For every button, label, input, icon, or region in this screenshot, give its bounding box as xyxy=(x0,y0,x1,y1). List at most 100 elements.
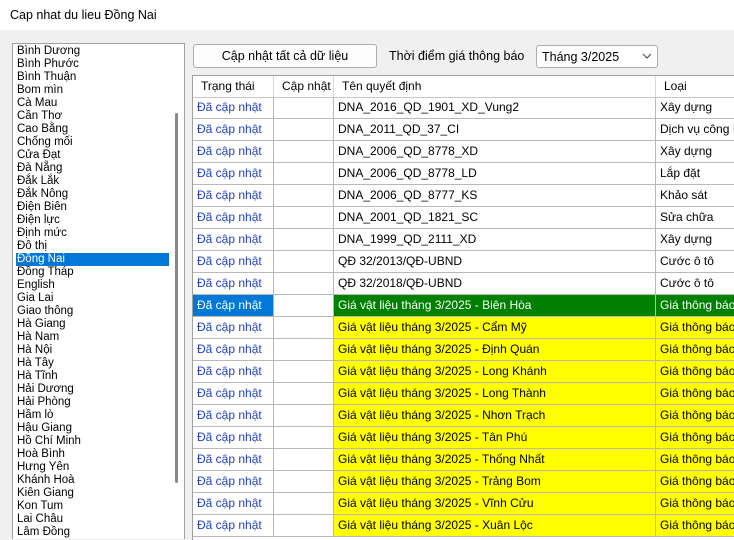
table-row[interactable]: Đã cập nhật DNA_1999_QD_2111_XD Xây dựng xyxy=(193,229,734,251)
table-row[interactable]: Đã cập nhật DNA_2016_QD_1901_XD_Vung2 Xây … xyxy=(193,97,734,119)
table-row[interactable]: Đã cập nhật DNA_2006_QD_8778_LD Lắp đặt xyxy=(193,163,734,185)
name-cell[interactable]: Giá vật liệu tháng 3/2025 - Thống Nhất xyxy=(334,449,656,471)
province-list-item[interactable]: Hậu Giang xyxy=(16,422,169,435)
type-cell[interactable]: Giá thông báo xyxy=(656,317,734,339)
province-list-item[interactable]: Hưng Yên xyxy=(16,461,169,474)
status-cell[interactable]: Đã cập nhật xyxy=(193,251,274,273)
status-cell[interactable]: Đã cập nhật xyxy=(193,295,274,317)
name-cell[interactable]: Giá vật liệu tháng 3/2025 - Xuân Lộc xyxy=(334,515,656,537)
province-list-item[interactable]: Đắk Lắk xyxy=(16,175,169,188)
table-row[interactable]: Đã cập nhật DNA_2006_QD_8778_XD Xây dựng xyxy=(193,141,734,163)
province-list-item[interactable]: Điện lực xyxy=(16,214,169,227)
province-list-item[interactable]: Bình Dương xyxy=(16,45,169,58)
province-list-item[interactable]: Hoà Bình xyxy=(16,448,169,461)
update-cell[interactable] xyxy=(274,361,334,383)
province-list-item[interactable]: Đắk Nông xyxy=(16,188,169,201)
update-cell[interactable] xyxy=(274,185,334,207)
province-list-scrollbar[interactable] xyxy=(175,113,178,483)
name-cell[interactable]: Giá vật liệu tháng 3/2025 - Định Quán xyxy=(334,339,656,361)
province-list-item[interactable]: Hải Phòng xyxy=(16,396,169,409)
column-header-type[interactable]: Loại xyxy=(656,76,734,97)
type-cell[interactable]: Giá thông báo xyxy=(656,339,734,361)
update-cell[interactable] xyxy=(274,119,334,141)
type-cell[interactable]: Giá thông báo xyxy=(656,405,734,427)
month-select[interactable]: Tháng 3/2025 xyxy=(536,45,658,68)
name-cell[interactable]: DNA_1999_QD_2111_XD xyxy=(334,229,656,251)
status-cell[interactable]: Đã cập nhật xyxy=(193,493,274,515)
update-cell[interactable] xyxy=(274,97,334,119)
province-list-item[interactable]: Định mức xyxy=(16,227,169,240)
table-row[interactable]: Đã cập nhật Giá vật liệu tháng 3/2025 - T… xyxy=(193,449,734,471)
table-row[interactable]: Đã cập nhật DNA_2001_QD_1821_SC Sửa chữa xyxy=(193,207,734,229)
province-list-item[interactable]: Cà Mau xyxy=(16,97,169,110)
province-list-item[interactable]: Bình Thuận xyxy=(16,71,169,84)
table-row[interactable]: Đã cập nhật Giá vật liệu tháng 3/2025 - B… xyxy=(193,295,734,317)
province-list-item[interactable]: Lâm Đồng xyxy=(16,526,169,539)
table-row[interactable]: Đã cập nhật Giá vật liệu tháng 3/2025 - X… xyxy=(193,515,734,537)
table-row[interactable]: Đã cập nhật DNA_2011_QD_37_CI Dịch vụ công… xyxy=(193,119,734,141)
update-cell[interactable] xyxy=(274,339,334,361)
type-cell[interactable]: Sửa chữa xyxy=(656,207,734,229)
province-list-item[interactable]: Hà Nội xyxy=(16,344,169,357)
update-cell[interactable] xyxy=(274,141,334,163)
province-list-item[interactable]: Lai Châu xyxy=(16,513,169,526)
type-cell[interactable]: Cước ô tô xyxy=(656,273,734,295)
table-row[interactable]: Đã cập nhật Giá vật liệu tháng 3/2025 - N… xyxy=(193,405,734,427)
type-cell[interactable]: Lắp đặt xyxy=(656,163,734,185)
type-cell[interactable]: Dịch vụ công ích xyxy=(656,119,734,141)
update-cell[interactable] xyxy=(274,163,334,185)
column-header-update[interactable]: Cập nhật xyxy=(274,76,334,97)
name-cell[interactable]: DNA_2001_QD_1821_SC xyxy=(334,207,656,229)
table-row[interactable]: Đã cập nhật Giá vật liệu tháng 3/2025 - V… xyxy=(193,493,734,515)
province-list[interactable]: Bình Dương Bình Phước Bình Thuận Bom mìn Cà … xyxy=(12,43,185,539)
column-header-status[interactable]: Trạng thái xyxy=(193,76,274,97)
type-cell[interactable]: Giá thông báo xyxy=(656,361,734,383)
status-cell[interactable]: Đã cập nhật xyxy=(193,405,274,427)
name-cell[interactable]: Giá vật liệu tháng 3/2025 - Tân Phú xyxy=(334,427,656,449)
status-cell[interactable]: Đã cập nhật xyxy=(193,141,274,163)
update-cell[interactable] xyxy=(274,295,334,317)
name-cell[interactable]: Giá vật liệu tháng 3/2025 - Biên Hòa xyxy=(334,295,656,317)
status-cell[interactable]: Đã cập nhật xyxy=(193,361,274,383)
name-cell[interactable]: QĐ 32/2013/QĐ-UBND xyxy=(334,251,656,273)
update-cell[interactable] xyxy=(274,493,334,515)
column-header-name[interactable]: Tên quyết định xyxy=(334,76,656,97)
update-cell[interactable] xyxy=(274,515,334,537)
status-cell[interactable]: Đã cập nhật xyxy=(193,515,274,537)
province-list-item[interactable]: Hà Tĩnh xyxy=(16,370,169,383)
table-row[interactable]: Đã cập nhật Giá vật liệu tháng 3/2025 - C… xyxy=(193,317,734,339)
table-row[interactable]: Đã cập nhật QĐ 32/2018/QĐ-UBND Cước ô tô xyxy=(193,273,734,295)
type-cell[interactable]: Giá thông báo xyxy=(656,295,734,317)
table-row[interactable]: Đã cập nhật Giá vật liệu tháng 3/2025 - T… xyxy=(193,471,734,493)
province-list-item[interactable]: Đồng Tháp xyxy=(16,266,169,279)
table-row[interactable]: Đã cập nhật Giá vật liệu tháng 3/2025 - T… xyxy=(193,427,734,449)
type-cell[interactable]: Giá thông báo xyxy=(656,471,734,493)
status-cell[interactable]: Đã cập nhật xyxy=(193,383,274,405)
update-cell[interactable] xyxy=(274,383,334,405)
name-cell[interactable]: Giá vật liệu tháng 3/2025 - Trảng Bom xyxy=(334,471,656,493)
table-row[interactable]: Đã cập nhật DNA_2006_QD_8777_KS Khảo sát xyxy=(193,185,734,207)
province-list-item[interactable]: Bom mìn xyxy=(16,84,169,97)
status-cell[interactable]: Đã cập nhật xyxy=(193,339,274,361)
status-cell[interactable]: Đã cập nhật xyxy=(193,97,274,119)
name-cell[interactable]: QĐ 32/2018/QĐ-UBND xyxy=(334,273,656,295)
province-list-item[interactable]: Giao thông xyxy=(16,305,169,318)
name-cell[interactable]: Giá vật liệu tháng 3/2025 - Long Thành xyxy=(334,383,656,405)
type-cell[interactable]: Giá thông báo xyxy=(656,493,734,515)
table-row[interactable]: Đã cập nhật QĐ 32/2013/QĐ-UBND Cước ô tô xyxy=(193,251,734,273)
name-cell[interactable]: DNA_2016_QD_1901_XD_Vung2 xyxy=(334,97,656,119)
status-cell[interactable]: Đã cập nhật xyxy=(193,427,274,449)
type-cell[interactable]: Khảo sát xyxy=(656,185,734,207)
type-cell[interactable]: Xây dựng xyxy=(656,141,734,163)
update-cell[interactable] xyxy=(274,427,334,449)
update-cell[interactable] xyxy=(274,449,334,471)
table-row[interactable]: Đã cập nhật Giá vật liệu tháng 3/2025 - Đ… xyxy=(193,339,734,361)
type-cell[interactable]: Giá thông báo xyxy=(656,449,734,471)
name-cell[interactable]: DNA_2011_QD_37_CI xyxy=(334,119,656,141)
update-cell[interactable] xyxy=(274,251,334,273)
province-list-item[interactable]: Hầm lò xyxy=(16,409,169,422)
update-cell[interactable] xyxy=(274,405,334,427)
province-list-item[interactable]: Hải Dương xyxy=(16,383,169,396)
update-cell[interactable] xyxy=(274,471,334,493)
province-list-item[interactable]: Đồng Nai xyxy=(16,253,169,266)
